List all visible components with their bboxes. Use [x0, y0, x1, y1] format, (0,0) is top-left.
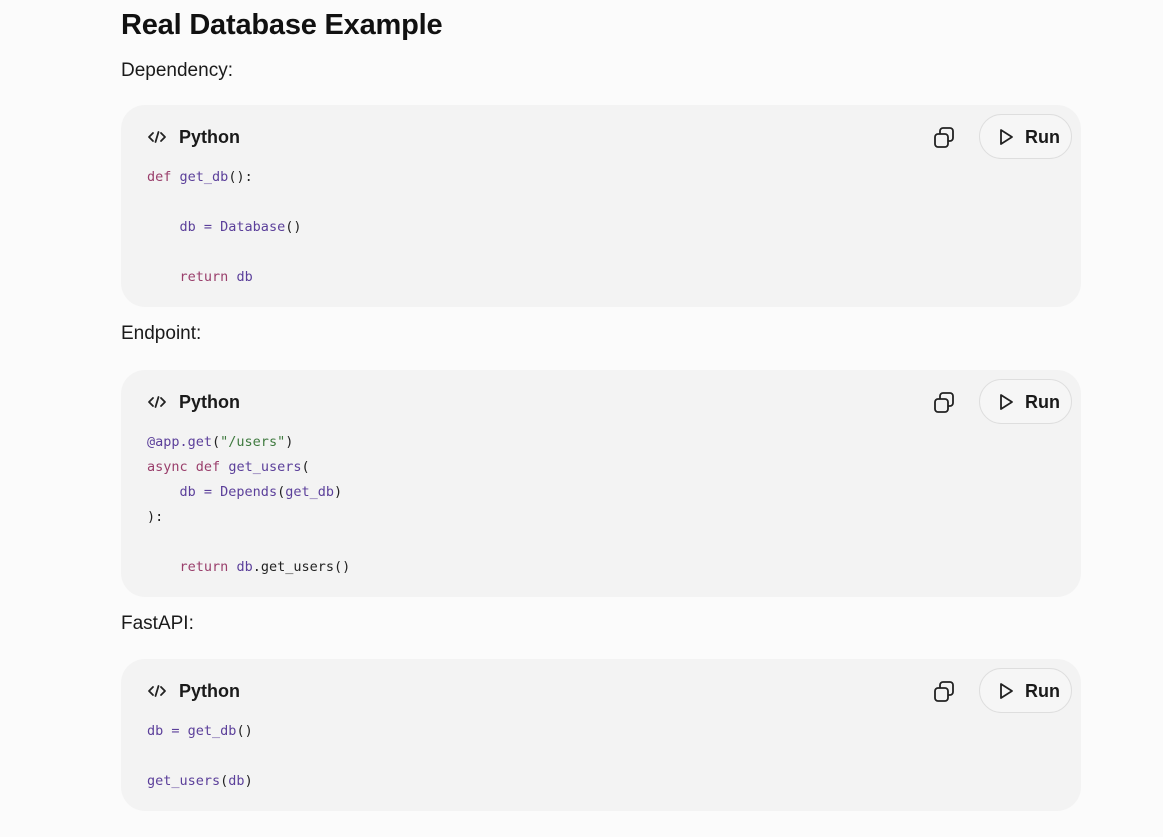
code-token: (	[212, 434, 221, 450]
code-token: db	[179, 484, 196, 500]
code-token: db	[179, 219, 196, 235]
code-block: def get_db(): db = Database() return db	[147, 165, 301, 290]
code-token: .get_users()	[252, 559, 351, 575]
section-label-fastapi: FastAPI:	[121, 613, 194, 634]
code-token: Database	[220, 219, 286, 235]
code-token: return	[179, 269, 229, 285]
code-token: get_users	[147, 773, 221, 789]
language-label: Python	[179, 681, 240, 701]
code-token: db	[236, 269, 253, 285]
run-label: Run	[1025, 681, 1060, 701]
code-line: return db	[147, 265, 301, 290]
copy-button[interactable]	[931, 679, 957, 705]
play-icon	[1000, 683, 1013, 699]
code-token: =	[163, 723, 188, 739]
code-card-header: Python Run	[121, 370, 1081, 434]
run-label: Run	[1025, 127, 1060, 147]
code-token: Depends	[220, 484, 278, 500]
copy-icon	[934, 392, 954, 413]
code-token: get_db	[187, 723, 237, 739]
code-token: )	[244, 773, 253, 789]
run-button[interactable]: Run	[979, 114, 1072, 159]
code-token: "/users"	[220, 434, 286, 450]
code-icon	[148, 396, 166, 408]
code-icon	[148, 131, 166, 143]
copy-button[interactable]	[931, 390, 957, 416]
code-token: ():	[228, 169, 253, 185]
code-card-header: Python Run	[121, 105, 1081, 169]
code-token: (	[277, 484, 286, 500]
copy-button[interactable]	[931, 125, 957, 151]
code-line: ):	[147, 505, 350, 530]
code-token: get_db	[285, 484, 334, 500]
section-label-endpoint: Endpoint:	[121, 323, 202, 344]
code-token: @app.get	[147, 434, 213, 450]
play-icon	[1000, 394, 1013, 410]
code-line: async def get_users(	[147, 455, 350, 480]
code-token: def	[147, 169, 172, 185]
code-card-header: Python Run	[121, 659, 1081, 723]
code-line: get_users(db)	[147, 769, 253, 794]
code-card-endpoint: Python Run @app.get("/users") async def g…	[121, 370, 1081, 597]
code-token: get_users	[228, 459, 302, 475]
code-line: @app.get("/users")	[147, 430, 350, 455]
copy-icon	[934, 127, 954, 148]
play-icon	[1000, 129, 1013, 145]
code-line: db = Depends(get_db)	[147, 480, 350, 505]
code-token: ):	[147, 509, 164, 525]
code-line: return db.get_users()	[147, 555, 351, 580]
code-token: )	[334, 484, 343, 500]
code-token: db	[228, 773, 245, 789]
code-card-fastapi: Python Run db = get_db() get_users(db)	[121, 659, 1081, 811]
code-block: db = get_db() get_users(db)	[147, 719, 253, 794]
page-title: Real Database Example	[121, 9, 443, 41]
code-token: async	[147, 459, 188, 475]
code-token: =	[195, 484, 221, 500]
code-line: db = Database()	[147, 215, 302, 240]
code-token: =	[195, 219, 221, 235]
code-token: def	[195, 459, 221, 475]
code-token: db	[236, 559, 253, 575]
code-token: )	[285, 434, 294, 450]
code-icon	[148, 685, 166, 697]
code-line: db = get_db()	[147, 719, 253, 744]
language-label: Python	[179, 392, 240, 412]
code-token: (	[301, 459, 310, 475]
code-token: get_db	[179, 169, 229, 185]
code-token: ()	[285, 219, 302, 235]
section-label-dependency: Dependency:	[121, 60, 233, 81]
run-label: Run	[1025, 392, 1060, 412]
code-token: ()	[236, 723, 253, 739]
copy-icon	[934, 681, 954, 702]
code-line: def get_db():	[147, 165, 301, 190]
code-block: @app.get("/users") async def get_users( d…	[147, 430, 350, 580]
run-button[interactable]: Run	[979, 668, 1072, 713]
code-card-dependency: Python Run def get_db(): db = Database()…	[121, 105, 1081, 307]
language-label: Python	[179, 127, 240, 147]
code-token: return	[179, 559, 229, 575]
run-button[interactable]: Run	[979, 379, 1072, 424]
code-token: db	[147, 723, 164, 739]
